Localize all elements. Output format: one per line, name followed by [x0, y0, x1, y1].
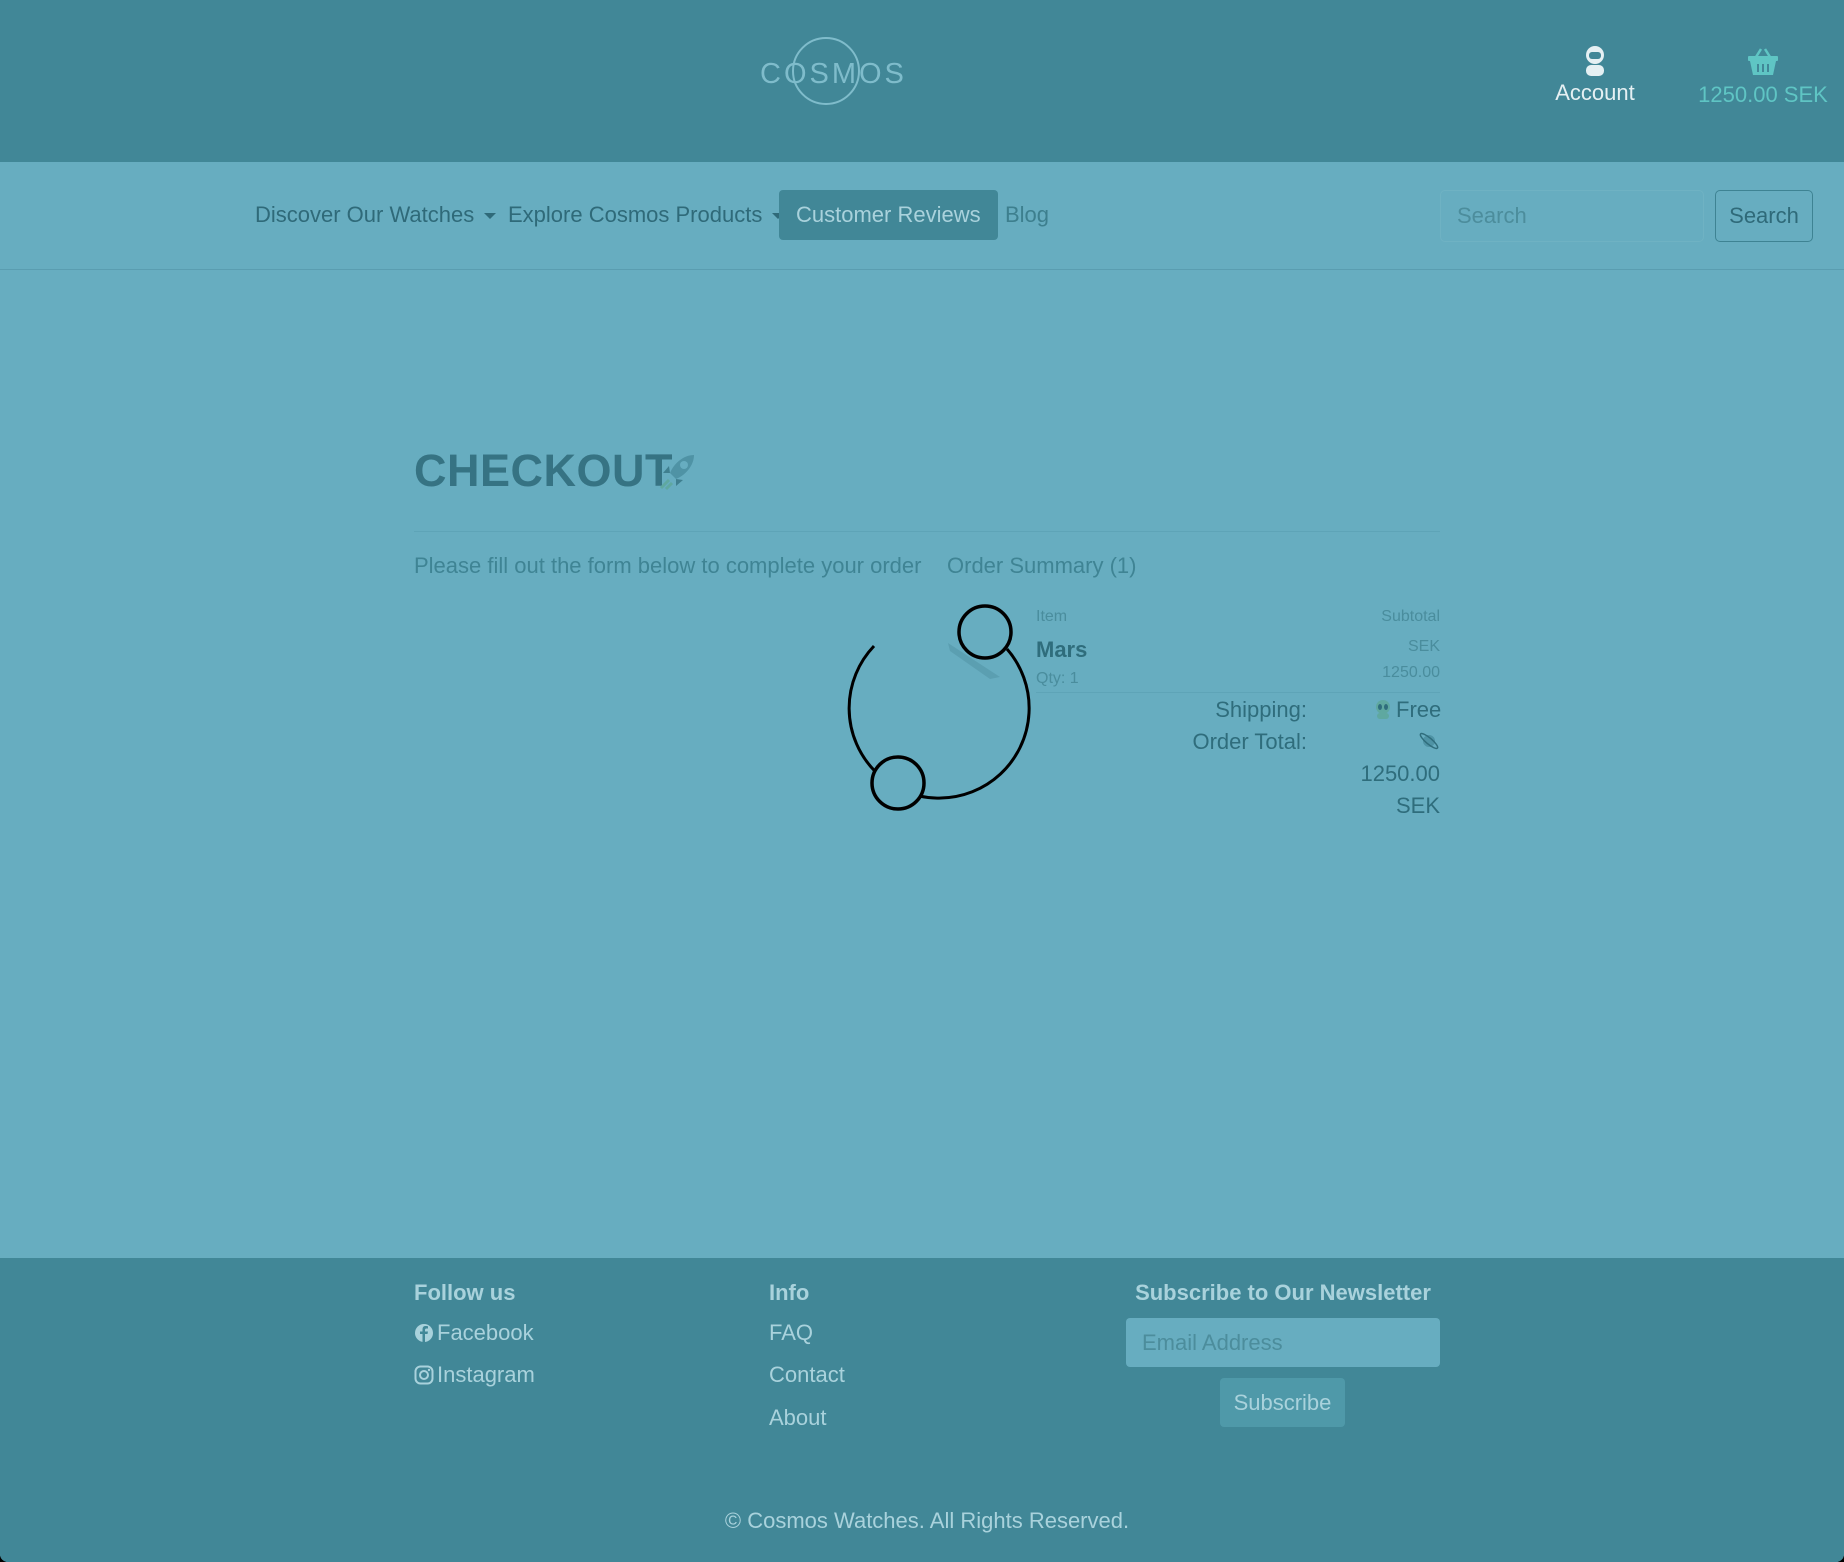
product-name: Mars	[1036, 637, 1088, 662]
nav-label: Discover Our Watches	[255, 202, 475, 227]
nav-label: Explore Cosmos Products	[508, 202, 763, 227]
instagram-label: Instagram	[437, 1362, 535, 1387]
account-label: Account	[1555, 80, 1635, 105]
contact-link[interactable]: Contact	[769, 1362, 845, 1388]
page-frame: COSMOS Account 1250.00 SEK Discover Our …	[0, 0, 1844, 1562]
rocket-icon	[659, 455, 694, 491]
order-total-currency: SEK	[1395, 793, 1440, 818]
order-total-value: 1250.00	[1360, 761, 1440, 786]
column-item-label: Item	[1036, 608, 1068, 625]
main-nav: Discover Our Watches Explore Cosmos Prod…	[0, 162, 1844, 270]
nav-blog[interactable]: Blog	[1005, 190, 1049, 240]
order-summary-title: Order Summary (1)	[947, 553, 1137, 578]
column-subtotal-label: Subtotal	[1381, 608, 1440, 625]
planet-icon	[1419, 732, 1439, 750]
loading-spinner-icon	[847, 604, 1031, 811]
search-input[interactable]: Search	[1440, 190, 1704, 242]
facebook-label: Facebook	[437, 1320, 534, 1345]
summary-divider	[1036, 692, 1440, 693]
shipping-label: Shipping:	[1215, 697, 1307, 722]
nav-customer-reviews[interactable]: Customer Reviews	[779, 190, 998, 240]
site-logo[interactable]: COSMOS	[760, 34, 907, 108]
instagram-link[interactable]: Instagram	[414, 1362, 535, 1388]
product-qty: Qty: 1	[1036, 670, 1079, 687]
nav-explore-products[interactable]: Explore Cosmos Products	[508, 190, 785, 240]
copyright-text: © Cosmos Watches. All Rights Reserved.	[724, 1508, 1130, 1533]
footer-follow-heading: Follow us	[414, 1280, 516, 1305]
order-total-label: Order Total:	[1192, 729, 1307, 754]
product-subtotal-currency: SEK	[1407, 638, 1440, 655]
cart-total: 1250.00 SEK	[1698, 82, 1828, 107]
instagram-icon	[414, 1365, 434, 1385]
shipping-value: Free	[1396, 697, 1442, 722]
alien-icon	[1376, 700, 1390, 719]
facebook-icon	[415, 1324, 433, 1342]
checkout-instructions: Please fill out the form below to comple…	[414, 553, 922, 578]
newsletter-email-input[interactable]: Email Address	[1126, 1318, 1440, 1367]
account-link[interactable]: Account	[1550, 44, 1640, 106]
site-header: COSMOS Account 1250.00 SEK	[0, 0, 1844, 162]
facebook-link[interactable]: Facebook	[414, 1320, 534, 1346]
logo-text: COSMOS	[760, 58, 907, 90]
astronaut-icon	[1586, 46, 1604, 76]
page-title: CHECKOUT	[414, 445, 673, 496]
subscribe-button[interactable]: Subscribe	[1220, 1378, 1345, 1427]
product-subtotal-value: 1250.00	[1382, 664, 1440, 681]
basket-icon	[1748, 48, 1778, 75]
cart-link[interactable]: 1250.00 SEK	[1688, 44, 1838, 108]
title-divider	[414, 531, 1440, 532]
nav-discover-watches[interactable]: Discover Our Watches	[255, 190, 497, 240]
faq-link[interactable]: FAQ	[769, 1320, 813, 1346]
newsletter-heading: Subscribe to Our Newsletter	[1135, 1280, 1431, 1305]
caret-down-icon	[484, 213, 497, 220]
about-link[interactable]: About	[769, 1405, 827, 1431]
search-button[interactable]: Search	[1715, 190, 1813, 242]
footer-info-heading: Info	[769, 1280, 810, 1305]
